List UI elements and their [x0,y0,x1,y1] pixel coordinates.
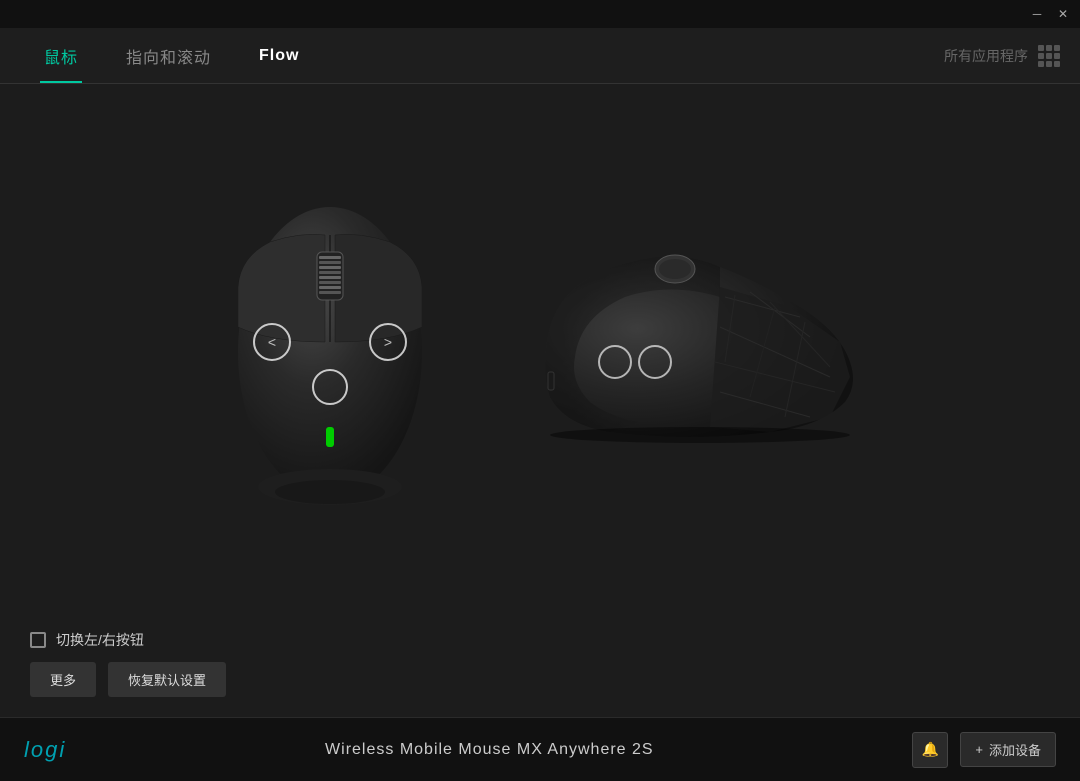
footer-device-name: Wireless Mobile Mouse MX Anywhere 2S [66,741,912,759]
mouse-side-view [510,217,870,497]
nav-bar: 鼠标 指向和滚动 Flow 所有应用程序 [0,28,1080,84]
minimize-button[interactable]: ─ [1028,5,1046,23]
mouse-top-svg: < > logi [210,187,450,527]
add-device-icon: + [975,742,983,757]
notification-icon[interactable]: 🔔 [912,732,948,768]
all-apps-label: 所有应用程序 [944,46,1028,66]
close-button[interactable]: ✕ [1054,5,1072,23]
bottom-controls: 切换左/右按钮 更多 恢复默认设置 [0,630,1080,717]
svg-text:<: < [268,334,276,350]
swap-buttons-checkbox[interactable] [30,632,46,648]
main-content: < > logi [0,84,1080,717]
reset-button[interactable]: 恢复默认设置 [108,662,226,697]
add-device-button[interactable]: + 添加设备 [960,732,1056,767]
nav-right: 所有应用程序 [944,28,1060,83]
swap-buttons-label: 切换左/右按钮 [56,630,144,650]
footer: logi Wireless Mobile Mouse MX Anywhere 2… [0,717,1080,781]
mouse-top-view: < > logi [210,187,450,527]
svg-text:>: > [384,334,392,350]
footer-right: 🔔 + 添加设备 [912,732,1056,768]
tab-pointing[interactable]: 指向和滚动 [102,28,235,83]
mouse-display: < > logi [0,84,1080,630]
more-button[interactable]: 更多 [30,662,96,697]
action-btn-row: 更多 恢复默认设置 [30,662,1050,697]
title-bar: ─ ✕ [0,0,1080,28]
mouse-side-svg [510,217,890,497]
tab-mouse[interactable]: 鼠标 [20,28,102,83]
checkbox-row: 切换左/右按钮 [30,630,1050,650]
tab-flow[interactable]: Flow [235,28,323,83]
footer-logo: logi [24,737,66,763]
apps-grid-icon[interactable] [1038,45,1060,67]
